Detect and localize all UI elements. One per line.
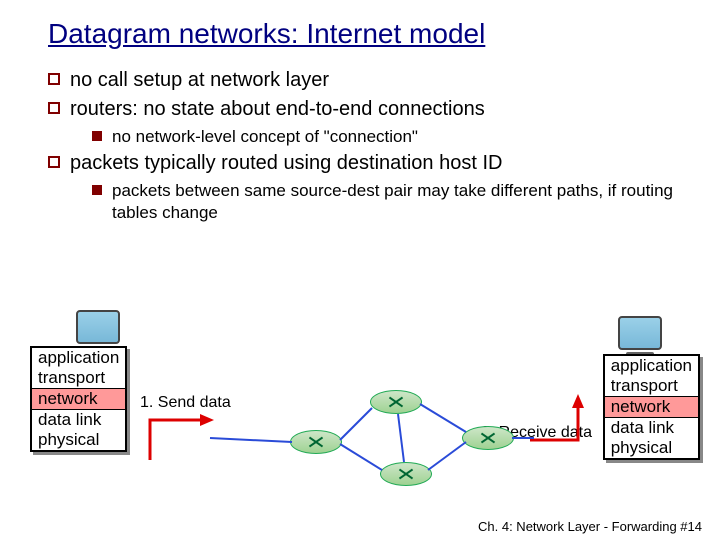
stack-layer: data link bbox=[32, 410, 125, 430]
bullet-level1: routers: no state about end-to-end conne… bbox=[48, 97, 680, 122]
router-icon bbox=[290, 430, 342, 454]
stack-layer: transport bbox=[605, 376, 698, 396]
stack-layer-network: network bbox=[32, 388, 125, 410]
bullet-level2: packets between same source-dest pair ma… bbox=[92, 180, 680, 223]
stack-layer: transport bbox=[32, 368, 125, 388]
bullet-text: no call setup at network layer bbox=[70, 68, 329, 93]
router-icon bbox=[380, 462, 432, 486]
router-icon bbox=[370, 390, 422, 414]
bullet-icon bbox=[48, 73, 60, 85]
slide-footer: Ch. 4: Network Layer - Forwarding #14 bbox=[478, 519, 702, 534]
bullet-text: no network-level concept of "connection" bbox=[112, 126, 418, 147]
slide-title: Datagram networks: Internet model bbox=[48, 18, 680, 50]
send-label: 1. Send data bbox=[140, 394, 231, 412]
bullet-level1: packets typically routed using destinati… bbox=[48, 151, 680, 176]
stack-layer: physical bbox=[605, 438, 698, 458]
protocol-stack-right: application transport network data link … bbox=[603, 354, 700, 460]
stack-layer: application bbox=[605, 356, 698, 376]
stack-layer: data link bbox=[605, 418, 698, 438]
stack-layer: physical bbox=[32, 430, 125, 450]
network-links bbox=[30, 330, 700, 500]
computer-icon bbox=[76, 310, 120, 344]
network-diagram: application transport network data link … bbox=[30, 330, 700, 500]
protocol-stack-left: application transport network data link … bbox=[30, 346, 127, 452]
stack-layer: application bbox=[32, 348, 125, 368]
bullet-level2: no network-level concept of "connection" bbox=[92, 126, 680, 147]
bullet-icon bbox=[92, 131, 102, 141]
bullet-icon bbox=[48, 102, 60, 114]
bullet-text: packets typically routed using destinati… bbox=[70, 151, 502, 176]
router-icon bbox=[462, 426, 514, 450]
bullet-text: routers: no state about end-to-end conne… bbox=[70, 97, 485, 122]
bullet-icon bbox=[92, 185, 102, 195]
bullet-icon bbox=[48, 156, 60, 168]
bullet-text: packets between same source-dest pair ma… bbox=[112, 180, 680, 223]
bullet-level1: no call setup at network layer bbox=[48, 68, 680, 93]
bullet-list: no call setup at network layer routers: … bbox=[48, 68, 680, 223]
computer-icon bbox=[618, 316, 662, 350]
stack-layer-network: network bbox=[605, 396, 698, 418]
